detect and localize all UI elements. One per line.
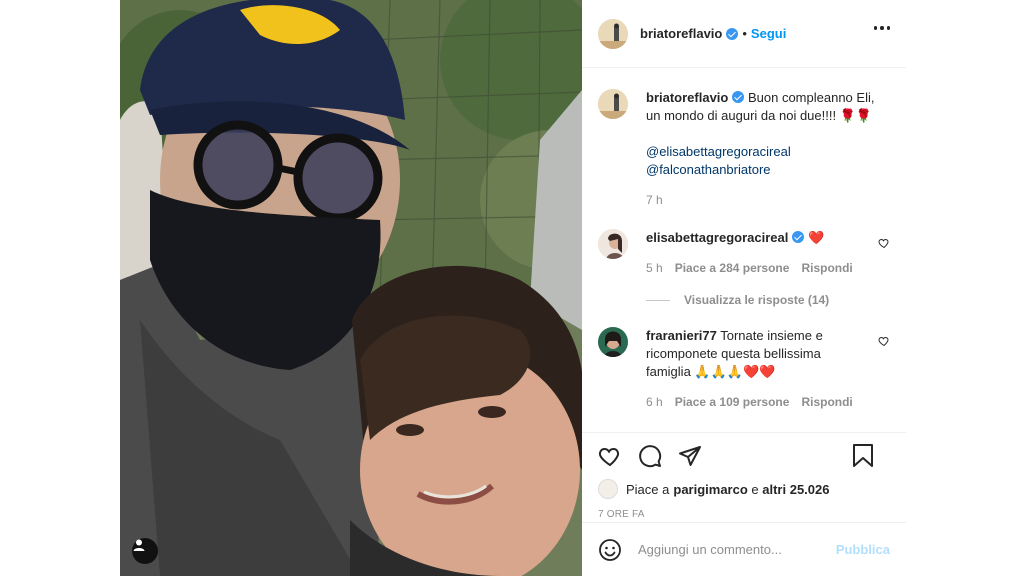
- comment-input[interactable]: Aggiungi un commento...: [638, 542, 836, 557]
- likes-prefix: Piace a: [626, 481, 670, 497]
- author-avatar[interactable]: [598, 18, 628, 49]
- comment-text: ❤️: [807, 230, 825, 245]
- bookmark-icon[interactable]: [852, 444, 874, 468]
- caption-text-1: Buon compleanno Eli,: [747, 90, 875, 105]
- comment-time[interactable]: 6 h: [646, 393, 663, 411]
- caption-mentions: @elisabettagregoracireal @falconathanbri…: [646, 143, 886, 179]
- avatar-image: [598, 327, 628, 357]
- comment-item: fraranieri77 Tornate insieme e ricompone…: [598, 327, 890, 411]
- instagram-post: briatoreflavio • Segui briatoreflavio Bu…: [120, 0, 906, 576]
- author-username[interactable]: briatoreflavio: [640, 26, 722, 41]
- comment-heart-icon[interactable]: [878, 335, 890, 347]
- comment-item: elisabettagregoracireal ❤️ 5 h Piace a 2…: [598, 229, 890, 277]
- heart-icon[interactable]: [598, 444, 622, 468]
- post-time[interactable]: 7 ORE FA: [598, 509, 890, 520]
- comment-likes[interactable]: Piace a 109 persone: [675, 393, 790, 411]
- follow-button[interactable]: Segui: [751, 26, 786, 41]
- comment-body: elisabettagregoracireal ❤️ 5 h Piace a 2…: [646, 229, 866, 277]
- replies-divider: [646, 299, 670, 301]
- caption-time[interactable]: 7 h: [646, 191, 663, 209]
- verified-badge-icon: [792, 231, 805, 243]
- verified-badge-icon: [726, 27, 739, 40]
- post-header: briatoreflavio • Segui: [582, 0, 906, 68]
- separator-dot: •: [742, 26, 747, 41]
- add-comment-bar: Aggiungi un commento... Pubblica: [582, 522, 906, 576]
- caption-line-1: briatoreflavio Buon compleanno Eli,: [646, 89, 886, 107]
- caption-meta: 7 h: [646, 191, 886, 209]
- avatar-image: [598, 229, 628, 259]
- commenter-avatar[interactable]: [598, 327, 628, 357]
- commenter-username[interactable]: fraranieri77: [646, 328, 717, 343]
- reply-button[interactable]: Rispondi: [801, 393, 852, 411]
- likes-summary: Piace a parigimarco e altri 25.026: [598, 479, 890, 499]
- photo-illustration: [120, 0, 582, 576]
- publish-button[interactable]: Pubblica: [836, 542, 890, 557]
- comment-likes[interactable]: Piace a 284 persone: [675, 259, 790, 277]
- likes-others[interactable]: altri 25.026: [762, 482, 829, 497]
- mention-link[interactable]: @falconathanbriatore: [646, 161, 886, 179]
- comment-meta: 6 h Piace a 109 persone Rispondi: [646, 393, 866, 411]
- comment-heart-icon[interactable]: [878, 237, 890, 249]
- caption-username[interactable]: briatoreflavio: [646, 90, 728, 105]
- comment-time[interactable]: 5 h: [646, 259, 663, 277]
- post-side-panel: briatoreflavio • Segui briatoreflavio Bu…: [582, 0, 906, 576]
- commenter-avatar[interactable]: [598, 229, 628, 259]
- author-avatar-caption[interactable]: [598, 89, 628, 119]
- avatar-image: [598, 89, 628, 119]
- comments-list: briatoreflavio Buon compleanno Eli, un m…: [582, 69, 906, 429]
- liker-username[interactable]: parigimarco: [673, 482, 747, 497]
- action-icons: [598, 437, 890, 475]
- view-replies-label: Visualizza le risposte (14): [684, 293, 830, 307]
- post-caption: briatoreflavio Buon compleanno Eli, un m…: [598, 89, 890, 209]
- comment-text: Tornate insieme e: [720, 328, 823, 343]
- comment-body: fraranieri77 Tornate insieme e ricompone…: [646, 327, 866, 411]
- comment-icon[interactable]: [638, 444, 662, 468]
- caption-body: briatoreflavio Buon compleanno Eli, un m…: [646, 89, 886, 209]
- avatar-image: [598, 18, 628, 49]
- comment-text-2: ricomponete questa bellissima: [646, 346, 821, 361]
- likes-middle: e: [747, 481, 763, 497]
- user-tag-icon: [133, 539, 145, 551]
- user-tag-button[interactable]: [132, 538, 158, 564]
- paper-plane-icon[interactable]: [678, 444, 702, 468]
- more-options-icon[interactable]: [873, 26, 890, 30]
- post-actions: Piace a parigimarco e altri 25.026 7 ORE…: [582, 432, 906, 520]
- comment-meta: 5 h Piace a 284 persone Rispondi: [646, 259, 866, 277]
- mention-link[interactable]: @elisabettagregoracireal: [646, 143, 886, 161]
- verified-badge-icon: [732, 91, 745, 103]
- caption-text-2: un mondo di auguri da noi due!!!! 🌹🌹: [646, 108, 873, 123]
- reply-button[interactable]: Rispondi: [801, 259, 852, 277]
- emoji-icon[interactable]: [598, 538, 622, 562]
- liker-avatar[interactable]: [598, 479, 618, 499]
- comment-text-3: famiglia 🙏🙏🙏❤️❤️: [646, 364, 776, 379]
- view-replies-button[interactable]: Visualizza le risposte (14): [646, 293, 890, 307]
- commenter-username[interactable]: elisabettagregoracireal: [646, 230, 788, 245]
- post-photo[interactable]: [120, 0, 582, 576]
